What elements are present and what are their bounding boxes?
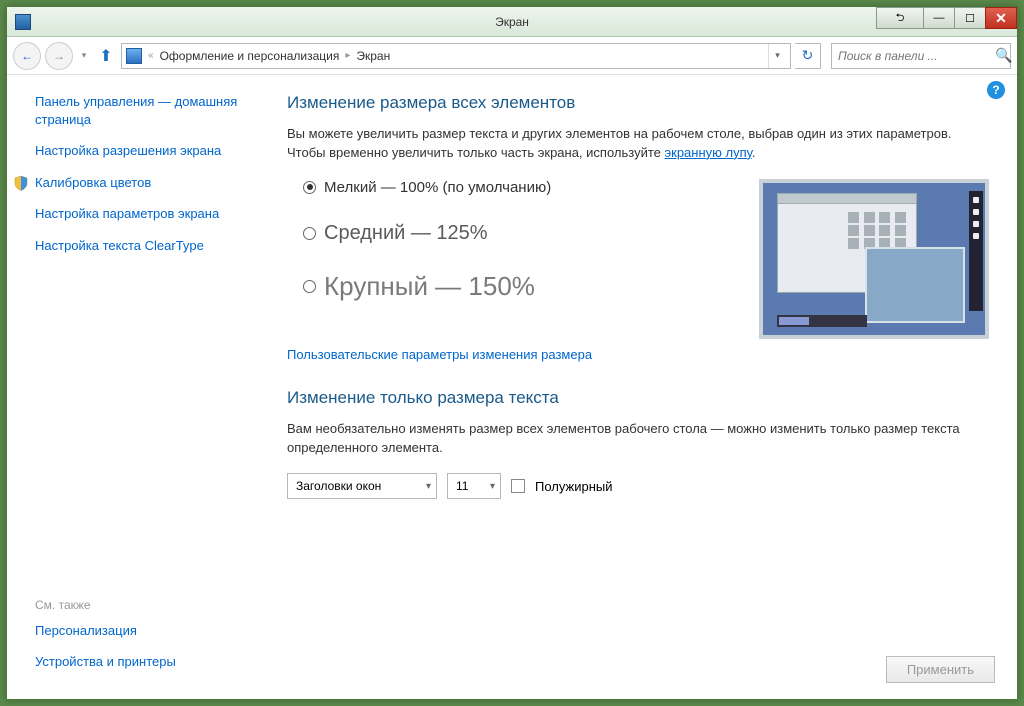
desc-text-b: . [752, 145, 756, 160]
shield-icon [13, 175, 29, 191]
body: Панель управления — домашняя страница На… [7, 75, 1017, 699]
breadcrumb-sep-icon: « [148, 50, 154, 61]
location-icon [126, 48, 142, 64]
size-options-row: Мелкий — 100% (по умолчанию) Средний — 1… [287, 179, 989, 339]
preview-window-2 [865, 247, 965, 323]
radio-label: Средний — 125% [324, 222, 488, 245]
help-button[interactable]: ⮌ [876, 7, 924, 29]
element-select[interactable]: Заголовки окон [287, 473, 437, 499]
custom-sizing-link[interactable]: Пользовательские параметры изменения раз… [287, 347, 592, 362]
description-text: Вы можете увеличить размер текста и друг… [287, 125, 989, 163]
preview-sidebar [969, 191, 983, 311]
search-input[interactable] [838, 49, 995, 63]
titlebar: Экран ⮌ — ☐ ✕ [7, 7, 1017, 37]
radio-medium[interactable]: Средний — 125% [303, 222, 729, 245]
preview-image [759, 179, 989, 339]
radio-group: Мелкий — 100% (по умолчанию) Средний — 1… [287, 179, 729, 328]
section-heading-2: Изменение только размера текста [287, 388, 989, 408]
sidebar-cleartype-link[interactable]: Настройка текста ClearType [35, 237, 255, 255]
sidebar-calibration-link[interactable]: Калибровка цветов [35, 174, 255, 192]
search-box[interactable]: 🔍 [831, 43, 1011, 69]
breadcrumb-item[interactable]: Экран [356, 49, 390, 63]
breadcrumb-item[interactable]: Оформление и персонализация [160, 49, 340, 63]
up-icon: ⬆ [99, 46, 112, 66]
app-icon [15, 14, 31, 30]
breadcrumb-sep-icon: ▸ [345, 50, 350, 61]
desc-text-a: Вы можете увеличить размер текста и друг… [287, 126, 951, 160]
main-content: ? Изменение размера всех элементов Вы мо… [267, 75, 1017, 699]
radio-large[interactable]: Крупный — 150% [303, 271, 729, 302]
preview-taskbar [777, 315, 867, 327]
apply-row: Применить [886, 656, 995, 683]
address-dropdown[interactable]: ▾ [768, 44, 786, 68]
description-text-2: Вам необязательно изменять размер всех э… [287, 420, 989, 458]
sidebar-resolution-link[interactable]: Настройка разрешения экрана [35, 142, 255, 160]
back-icon: ← [21, 49, 33, 63]
forward-button[interactable]: → [45, 42, 73, 70]
window-title: Экран [495, 15, 529, 29]
help-icon[interactable]: ? [987, 81, 1005, 99]
size-select[interactable]: 11 [447, 473, 501, 499]
up-button[interactable]: ⬆ [95, 45, 117, 67]
search-icon[interactable]: 🔍 [995, 47, 1012, 64]
apply-button[interactable]: Применить [886, 656, 995, 683]
radio-icon [303, 280, 316, 293]
sidebar: Панель управления — домашняя страница На… [7, 75, 267, 699]
bold-label: Полужирный [535, 479, 613, 494]
sidebar-item-label: Калибровка цветов [35, 175, 151, 190]
magnifier-link[interactable]: экранную лупу [665, 145, 752, 160]
radio-label: Крупный — 150% [324, 271, 535, 302]
minimize-button[interactable]: — [923, 7, 955, 29]
window: Экран ⮌ — ☐ ✕ ← → ▾ ⬆ « Оформление и пер… [6, 6, 1018, 700]
history-dropdown[interactable]: ▾ [77, 46, 91, 66]
bold-checkbox[interactable] [511, 479, 525, 493]
refresh-button[interactable]: ↻ [795, 43, 821, 69]
radio-small[interactable]: Мелкий — 100% (по умолчанию) [303, 179, 729, 196]
radio-icon [303, 227, 316, 240]
sidebar-footer: См. также Персонализация Устройства и пр… [35, 598, 255, 687]
forward-icon: → [53, 49, 65, 63]
section-heading: Изменение размера всех элементов [287, 93, 989, 113]
text-size-controls: Заголовки окон 11 Полужирный [287, 473, 989, 499]
minimize-icon: — [934, 12, 945, 24]
address-bar[interactable]: « Оформление и персонализация ▸ Экран ▾ [121, 43, 791, 69]
radio-icon [303, 181, 316, 194]
refresh-icon: ↻ [802, 47, 814, 64]
maximize-button[interactable]: ☐ [954, 7, 986, 29]
sidebar-home-link[interactable]: Панель управления — домашняя страница [35, 93, 255, 128]
see-also-heading: См. также [35, 598, 255, 612]
footer-personalization-link[interactable]: Персонализация [35, 622, 255, 640]
radio-label: Мелкий — 100% (по умолчанию) [324, 179, 551, 196]
select-value: Заголовки окон [296, 479, 381, 493]
help-glyph-icon: ⮌ [896, 9, 905, 28]
select-value: 11 [456, 479, 468, 493]
sidebar-display-link[interactable]: Настройка параметров экрана [35, 205, 255, 223]
close-icon: ✕ [995, 10, 1007, 27]
maximize-icon: ☐ [965, 12, 975, 25]
back-button[interactable]: ← [13, 42, 41, 70]
footer-devices-link[interactable]: Устройства и принтеры [35, 653, 255, 671]
window-controls: ⮌ — ☐ ✕ [877, 7, 1017, 29]
toolbar: ← → ▾ ⬆ « Оформление и персонализация ▸ … [7, 37, 1017, 75]
close-button[interactable]: ✕ [985, 7, 1017, 29]
